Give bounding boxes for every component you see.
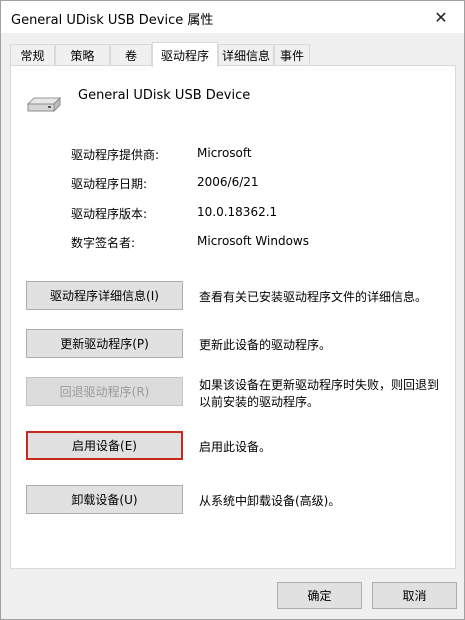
- tab-driver[interactable]: 驱动程序: [152, 42, 218, 67]
- driver-provider-label: 驱动程序提供商:: [71, 148, 160, 162]
- roll-back-driver-description: 如果该设备在更新驱动程序时失败，则回退到 以前安装的驱动程序。: [199, 377, 439, 411]
- properties-dialog: General UDisk USB Device 属性 ✕ 常规 策略 卷 驱动…: [0, 0, 465, 620]
- update-driver-desc-line: 更新此设备的驱动程序。: [199, 338, 332, 352]
- uninstall-device-desc-line: 从系统中卸载设备(高级)。: [199, 494, 341, 508]
- tab-general[interactable]: 常规: [10, 44, 55, 65]
- driver-version-value: 10.0.18362.1: [197, 205, 278, 219]
- driver-version-label: 驱动程序版本:: [71, 207, 148, 221]
- ok-button[interactable]: 确定: [277, 582, 362, 609]
- usb-drive-icon: [26, 96, 62, 113]
- device-name: General UDisk USB Device: [78, 88, 251, 103]
- cancel-button[interactable]: 取消: [372, 582, 457, 609]
- driver-date-value: 2006/6/21: [197, 175, 259, 189]
- tab-volumes[interactable]: 卷: [110, 44, 152, 65]
- roll-back-driver-button[interactable]: 回退驱动程序(R): [26, 377, 183, 406]
- enable-device-button[interactable]: 启用设备(E): [26, 431, 183, 460]
- driver-provider-value: Microsoft: [197, 146, 252, 160]
- driver-details-button[interactable]: 驱动程序详细信息(I): [26, 281, 183, 310]
- update-driver-description: 更新此设备的驱动程序。: [199, 337, 331, 354]
- enable-device-description: 启用此设备。: [199, 439, 271, 456]
- driver-details-desc-line: 查看有关已安装驱动程序文件的详细信息。: [199, 290, 428, 304]
- tab-policies[interactable]: 策略: [55, 44, 110, 65]
- digital-signer-value: Microsoft Windows: [197, 234, 309, 248]
- driver-date-label: 驱动程序日期:: [71, 177, 148, 191]
- roll-back-desc-line-1: 如果该设备在更新驱动程序时失败，则回退到: [199, 378, 440, 392]
- tab-bar: 常规 策略 卷 驱动程序 详细信息 事件: [10, 42, 457, 67]
- enable-device-desc-line: 启用此设备。: [199, 440, 272, 454]
- tab-details[interactable]: 详细信息: [218, 44, 274, 65]
- update-driver-button[interactable]: 更新驱动程序(P): [26, 329, 183, 358]
- window-title: General UDisk USB Device 属性: [11, 13, 214, 28]
- uninstall-device-description: 从系统中卸载设备(高级)。: [199, 493, 340, 510]
- digital-signer-label: 数字签名者:: [71, 236, 136, 250]
- title-bar[interactable]: General UDisk USB Device 属性 ✕: [1, 1, 464, 33]
- driver-details-description: 查看有关已安装驱动程序文件的详细信息。: [199, 289, 427, 306]
- close-icon: ✕: [434, 7, 448, 27]
- uninstall-device-button[interactable]: 卸载设备(U): [26, 485, 183, 514]
- close-button[interactable]: ✕: [418, 1, 464, 33]
- driver-tab-panel: General UDisk USB Device 驱动程序提供商: Micros…: [10, 65, 456, 569]
- roll-back-desc-line-2: 以前安装的驱动程序。: [199, 395, 320, 409]
- tab-events[interactable]: 事件: [274, 44, 310, 65]
